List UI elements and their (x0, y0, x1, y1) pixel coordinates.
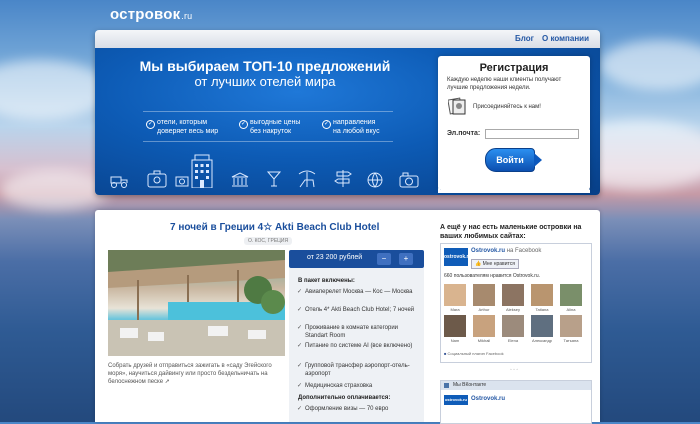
hotel-building-icon (191, 154, 213, 188)
check-icon: ✓ (239, 120, 248, 129)
globe-icon (367, 172, 383, 188)
fan-name[interactable]: Татьяна (559, 338, 583, 343)
included-heading: В пакет включены: (298, 278, 355, 284)
registration-title: Регистрация (479, 62, 549, 74)
included-item: Питание по системе AI (все включено) (297, 342, 417, 350)
facebook-widget: ostrovok.ru Ostrovok.ru на Facebook 👍 Мн… (440, 243, 592, 363)
minus-button[interactable]: − (377, 253, 391, 265)
registration-card: Регистрация Каждую неделю наши клиенты п… (438, 56, 590, 193)
price-label: от 23 200 рублей (307, 254, 363, 261)
divider (143, 141, 393, 142)
email-field[interactable] (485, 129, 579, 139)
facebook-page-name[interactable]: Ostrovok.ru на Facebook (471, 248, 541, 254)
fan-name[interactable]: Mikhail (472, 338, 496, 343)
travel-icons-row (95, 154, 435, 192)
signpost-icon (334, 170, 352, 187)
check-icon: ✓ (146, 120, 155, 129)
tractor-icon (110, 176, 128, 188)
camera-icon (175, 176, 189, 187)
avatar[interactable] (531, 284, 553, 306)
avatar[interactable] (473, 315, 495, 337)
offer-title[interactable]: 7 ночей в Греции 4☆ Akti Beach Club Hote… (170, 222, 390, 233)
facebook-page-logo[interactable]: ostrovok.ru (444, 248, 472, 266)
check-icon: ✓ (322, 120, 331, 129)
avatar[interactable] (502, 315, 524, 337)
hero-subheading: от лучших отелей мира (194, 74, 336, 89)
avatar[interactable] (560, 315, 582, 337)
location-tag: О. КОС, ГРЕЦИЯ (244, 237, 293, 245)
deckchair-icon (298, 170, 316, 188)
login-button[interactable]: Войти (485, 148, 542, 172)
fan-name[interactable]: Elena (501, 338, 525, 343)
fan-name[interactable]: Arthur (472, 307, 496, 312)
vk-header: Мы ВКонтакте (441, 381, 591, 390)
hotel-photo-illustration (108, 250, 285, 356)
fan-name[interactable]: Mara (443, 307, 467, 312)
facebook-plugin-label[interactable]: ■ Социальный плагин Facebook (444, 351, 504, 356)
hotel-photo[interactable] (108, 250, 285, 356)
avatar[interactable] (444, 284, 466, 306)
cloud-decoration (0, 170, 110, 210)
facebook-like-count: 660 пользователям нравится Ostrovok.ru. (444, 273, 541, 279)
ticket-edge (438, 187, 590, 193)
hero-heading: Мы выбираем ТОП-10 предложений (139, 58, 391, 74)
extra-heading: Дополнительно оплачивается: (298, 395, 391, 401)
plus-button[interactable]: + (399, 253, 413, 265)
offer-caption: Собрать друзей и отправиться зажигать в … (108, 363, 272, 385)
avatar[interactable] (473, 284, 495, 306)
fan-name[interactable]: Tatiana (530, 307, 554, 312)
site-logo[interactable]: островок.ru (110, 6, 192, 23)
hero-title: Мы выбираем ТОП-10 предложений от лучших… (95, 58, 435, 90)
feature-good-prices: ✓ выгодные цены без накруток (239, 119, 301, 135)
like-icon: 👍 (475, 261, 482, 267)
carousel-dots[interactable]: ◦ ◦ ◦ (510, 367, 518, 373)
nav-link-about[interactable]: О компании (542, 34, 589, 43)
vk-page-logo[interactable]: ostrovok.ru (444, 395, 468, 405)
facebook-icon: ■ (444, 351, 447, 356)
offer-details: В пакет включены: Авиаперелет Москва — К… (289, 268, 424, 422)
avatar[interactable] (444, 315, 466, 337)
photo-camera-icon (399, 172, 419, 188)
email-label: Эл.почта: (447, 130, 481, 137)
vk-page-name[interactable]: Ostrovok.ru (471, 396, 505, 402)
fan-name[interactable]: Nam (443, 338, 467, 343)
photos-icon (448, 97, 466, 115)
cloud-decoration (600, 40, 700, 90)
registration-intro: Каждую неделю наши клиенты получают лучш… (447, 77, 562, 91)
fan-name[interactable]: Александр (530, 338, 554, 343)
vk-widget: Мы ВКонтакте ostrovok.ru Ostrovok.ru (440, 380, 592, 424)
museum-icon (231, 172, 249, 187)
included-item: Отель 4* Akti Beach Club Hotel; 7 ночей (297, 306, 417, 314)
avatar[interactable] (502, 284, 524, 306)
top-nav: Блог О компании (95, 30, 600, 48)
extra-item: Оформление визы — 70 евро (297, 405, 417, 413)
fan-name[interactable]: Aleksey (501, 307, 525, 312)
suitcase-icon (147, 170, 167, 188)
feature-trusted-hotels: ✓ отели, которым доверяет весь мир (146, 119, 219, 135)
included-item: Проживание в комнате категории Standart … (297, 324, 417, 340)
fan-name[interactable]: Alina (559, 307, 583, 312)
vk-icon (444, 383, 449, 388)
avatar[interactable] (531, 315, 553, 337)
arrow-icon[interactable]: ➚ (165, 379, 170, 385)
price-bar: от 23 200 рублей − + (289, 250, 424, 268)
nav-link-blog[interactable]: Блог (515, 34, 534, 43)
sidebar-title: А ещё у нас есть маленькие островки на в… (440, 224, 582, 240)
avatar[interactable] (560, 284, 582, 306)
cocktail-icon (267, 171, 281, 187)
divider (143, 111, 393, 112)
included-item: Медицинская страховка (297, 382, 417, 390)
facebook-like-button[interactable]: 👍 Мне нравится (471, 259, 519, 269)
cloud-decoration (0, 60, 110, 120)
included-item: Авиаперелет Москва — Кос — Москва (297, 288, 417, 296)
feature-destinations: ✓ направления на любой вкус (322, 119, 380, 135)
included-item: Групповой трансфер аэропорт-отель-аэропо… (297, 362, 417, 378)
registration-join-text: Присоединяйтесь к нам! (473, 104, 541, 110)
